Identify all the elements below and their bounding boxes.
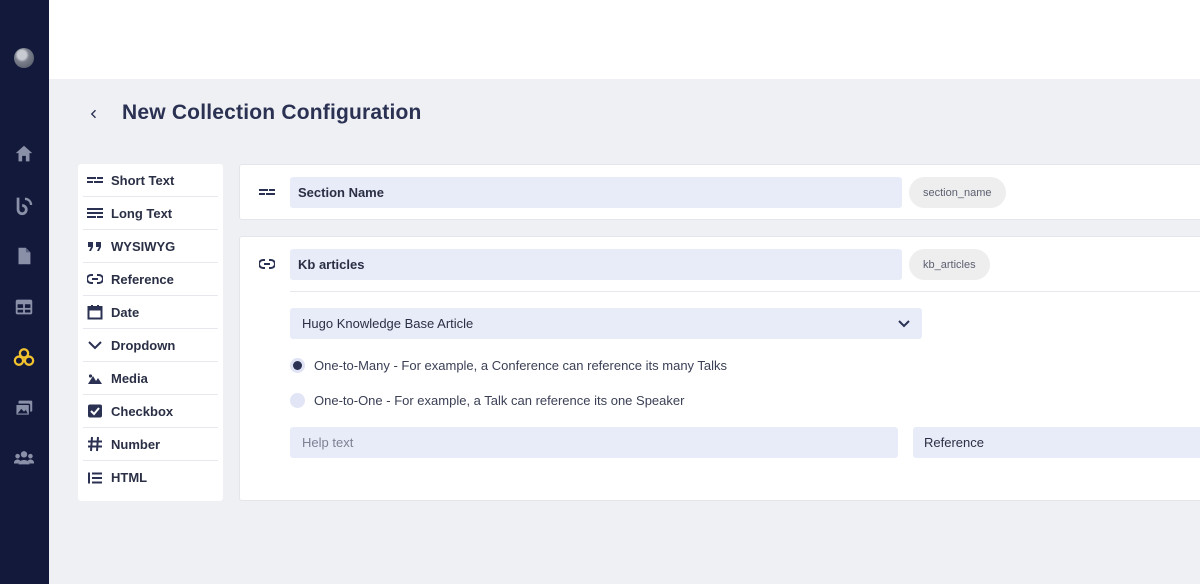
palette-item-checkbox[interactable]: Checkbox [83, 395, 218, 428]
palette-item-label: HTML [111, 470, 148, 485]
palette-item-number[interactable]: Number [83, 428, 218, 461]
field-slug-badge: kb_articles [909, 249, 990, 280]
palette-item-html[interactable]: HTML [83, 461, 218, 494]
palette-item-label: Dropdown [111, 337, 176, 353]
top-bar [49, 0, 1200, 79]
relation-option-one-to-one[interactable]: One-to-One - For example, a Talk can ref… [290, 393, 684, 408]
palette-item-label: WYSIWYG [111, 238, 176, 254]
link-icon [86, 270, 104, 288]
palette-item-label: Short Text [111, 172, 175, 188]
field-type-label: Reference [913, 427, 1200, 458]
palette-item-label: Date [111, 304, 140, 320]
divider [290, 291, 1200, 292]
short-text-icon[interactable] [258, 183, 276, 201]
palette-item-label: Checkbox [111, 403, 174, 419]
palette-item-date[interactable]: Date [83, 296, 218, 329]
palette-item-label: Media [111, 370, 148, 386]
checkbox-icon [86, 402, 104, 420]
field-type-palette: Short Text Long Text WYSIWYG Reference D… [78, 164, 223, 501]
palette-item-label: Reference [111, 271, 174, 287]
collection-select-value: Hugo Knowledge Base Article [302, 316, 474, 331]
nav-rail [0, 0, 49, 584]
list-icon [86, 469, 104, 487]
back-button[interactable] [86, 104, 102, 124]
image-icon [86, 369, 104, 387]
palette-item-long-text[interactable]: Long Text [83, 197, 218, 230]
chevron-left-icon [90, 109, 96, 119]
layout-icon[interactable] [12, 296, 36, 318]
palette-item-media[interactable]: Media [83, 362, 218, 395]
collections-icon[interactable] [12, 346, 36, 368]
chevron-down-icon [86, 336, 104, 354]
field-slug-badge: section_name [909, 177, 1006, 208]
link-icon[interactable] [258, 255, 276, 273]
page-title: New Collection Configuration [122, 101, 422, 124]
team-icon[interactable] [12, 447, 36, 469]
collection-select[interactable]: Hugo Knowledge Base Article [290, 308, 922, 339]
field-card-kb-articles: Kb articles kb_articles Hugo Knowledge B… [239, 236, 1200, 501]
blog-icon[interactable] [12, 194, 36, 216]
hash-icon [86, 435, 104, 453]
radio-button-selected[interactable] [290, 358, 305, 373]
field-name-input[interactable]: Kb articles [290, 249, 902, 280]
help-text-input[interactable]: Help text [290, 427, 898, 458]
palette-item-wysiwyg[interactable]: WYSIWYG [83, 230, 218, 263]
home-icon[interactable] [12, 143, 36, 165]
palette-item-reference[interactable]: Reference [83, 263, 218, 296]
palette-item-label: Number [111, 436, 161, 452]
palette-item-label: Long Text [111, 205, 173, 221]
chevron-down-icon [898, 320, 910, 328]
field-name-input[interactable]: Section Name [290, 177, 902, 208]
document-icon[interactable] [12, 245, 36, 267]
palette-item-dropdown[interactable]: Dropdown [83, 329, 218, 362]
short-text-icon [86, 171, 104, 189]
relation-option-one-to-many[interactable]: One-to-Many - For example, a Conference … [290, 358, 727, 373]
quote-icon [86, 237, 104, 255]
calendar-icon [86, 303, 104, 321]
relation-option-label: One-to-Many - For example, a Conference … [314, 358, 728, 373]
radio-button[interactable] [290, 393, 305, 408]
relation-option-label: One-to-One - For example, a Talk can ref… [314, 393, 685, 408]
long-text-icon [86, 204, 104, 222]
avatar[interactable] [14, 48, 34, 68]
media-icon[interactable] [12, 397, 36, 419]
field-card-section-name: Section Name section_name [239, 164, 1200, 220]
palette-item-short-text[interactable]: Short Text [83, 164, 218, 197]
